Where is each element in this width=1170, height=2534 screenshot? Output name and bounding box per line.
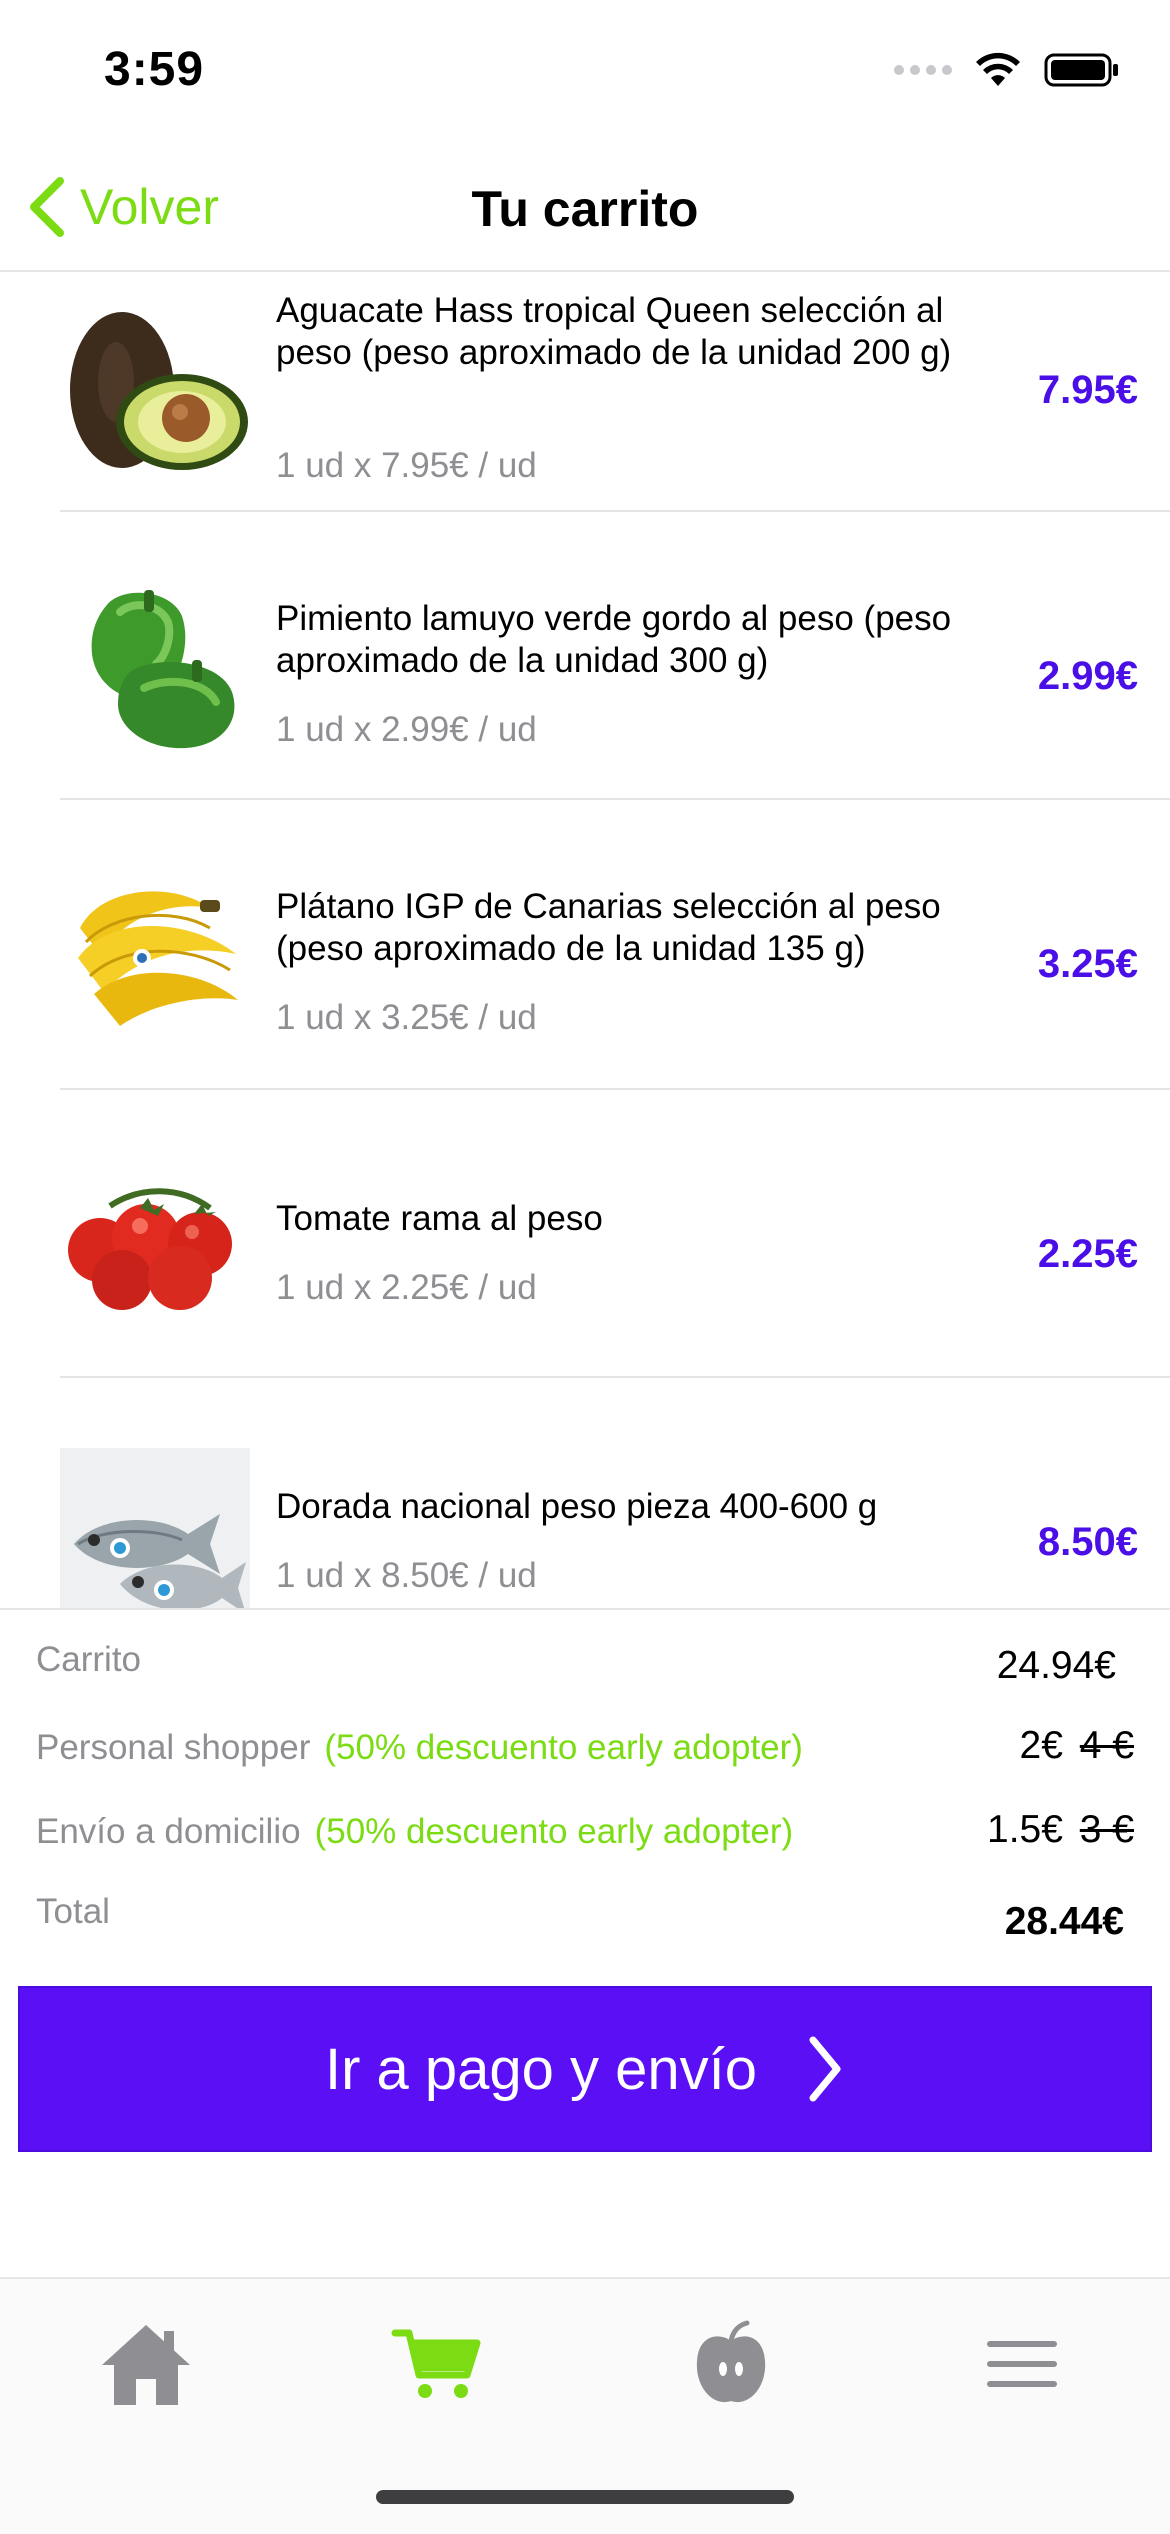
tab-home[interactable] bbox=[86, 2309, 206, 2419]
cart-list[interactable]: Aguacate Hass tropical Queen selección a… bbox=[0, 272, 1170, 1608]
item-price: 3.25€ bbox=[1037, 942, 1138, 986]
delivery-label: Envío a domicilio (50% descuento early ad… bbox=[36, 1812, 793, 1852]
chevron-right-icon bbox=[809, 2036, 841, 2102]
personal-shopper-label: Personal shopper (50% descuento early ado… bbox=[36, 1728, 803, 1768]
cart-icon bbox=[391, 2329, 481, 2398]
tab-cart[interactable] bbox=[376, 2309, 496, 2419]
item-name: Tomate rama al peso bbox=[276, 1199, 603, 1238]
checkout-label: Ir a pago y envío bbox=[324, 2036, 758, 2102]
cart-item[interactable]: Aguacate Hass tropical Queen selección a… bbox=[0, 272, 1170, 512]
shopper-current-price: 2€ bbox=[1019, 1724, 1063, 1767]
banana-image bbox=[78, 891, 238, 1026]
item-price: 8.50€ bbox=[1037, 1520, 1138, 1564]
item-name: Plátano IGP de Canarias selección al pes… bbox=[276, 887, 941, 968]
item-name: Dorada nacional peso pieza 400-600 g bbox=[276, 1487, 878, 1526]
item-unit-detail: 1 ud x 8.50€ / ud bbox=[276, 1556, 537, 1595]
tomato-image bbox=[68, 1188, 232, 1310]
home-icon bbox=[102, 2325, 190, 2405]
item-price: 7.95€ bbox=[1037, 368, 1138, 412]
personal-shopper-text: Personal shopper bbox=[36, 1728, 311, 1767]
item-name: Pimiento lamuyo verde gordo al peso (pes… bbox=[276, 599, 952, 680]
tab-products[interactable] bbox=[671, 2309, 791, 2419]
delivery-current-price: 1.5€ bbox=[987, 1808, 1063, 1851]
wifi-icon bbox=[976, 52, 1020, 86]
item-price: 2.25€ bbox=[1037, 1232, 1138, 1276]
green-pepper-image bbox=[91, 590, 235, 749]
status-time: 3:59 bbox=[104, 43, 205, 96]
avocado-image bbox=[70, 312, 248, 470]
summary-row-total: Total 28.44€ bbox=[0, 1888, 1170, 1948]
battery-icon bbox=[1044, 53, 1118, 87]
status-icons bbox=[894, 52, 1120, 88]
cart-subtotal-value: 24.94€ bbox=[996, 1644, 1116, 1687]
total-label: Total bbox=[36, 1892, 110, 1931]
item-unit-detail: 1 ud x 3.25€ / ud bbox=[276, 998, 537, 1037]
summary-row-shopper: Personal shopper (50% descuento early ado… bbox=[0, 1724, 1170, 1784]
cart-item[interactable]: Tomate rama al peso 1 ud x 2.25€ / ud 2.… bbox=[0, 1090, 1170, 1378]
cart-subtotal-label: Carrito bbox=[36, 1640, 142, 1679]
item-name: Aguacate Hass tropical Queen selección a… bbox=[276, 291, 952, 372]
shopper-promo-text: (50% descuento early adopter) bbox=[324, 1728, 803, 1767]
delivery-text: Envío a domicilio bbox=[36, 1812, 301, 1851]
menu-icon bbox=[987, 2341, 1057, 2387]
cellular-signal-icon bbox=[894, 65, 952, 75]
summary-row-cart: Carrito 24.94€ bbox=[0, 1636, 1170, 1696]
delivery-old-price: 3 € bbox=[1079, 1808, 1134, 1851]
order-summary: Carrito 24.94€ Personal shopper (50% desc… bbox=[0, 1608, 1170, 1980]
cart-item[interactable]: Dorada nacional peso pieza 400-600 g 1 u… bbox=[0, 1378, 1170, 1608]
item-price: 2.99€ bbox=[1037, 654, 1138, 698]
tab-menu[interactable] bbox=[962, 2309, 1082, 2419]
summary-row-delivery: Envío a domicilio (50% descuento early ad… bbox=[0, 1808, 1170, 1868]
checkout-button[interactable]: Ir a pago y envío bbox=[18, 1986, 1152, 2152]
cart-item[interactable]: Plátano IGP de Canarias selección al pes… bbox=[0, 800, 1170, 1090]
navigation-bar: Volver Tu carrito bbox=[0, 150, 1170, 272]
page-title: Tu carrito bbox=[471, 181, 699, 237]
shopper-old-price: 4 € bbox=[1079, 1724, 1134, 1767]
item-unit-detail: 1 ud x 2.25€ / ud bbox=[276, 1268, 537, 1307]
item-unit-detail: 1 ud x 2.99€ / ud bbox=[276, 710, 537, 749]
item-unit-detail: 1 ud x 7.95€ / ud bbox=[276, 446, 537, 485]
apple-icon bbox=[696, 2320, 766, 2403]
home-indicator bbox=[376, 2490, 794, 2504]
sea-bream-image bbox=[60, 1448, 250, 1608]
total-value: 28.44€ bbox=[1004, 1900, 1124, 1943]
delivery-value: 1.5€ 3 € bbox=[987, 1808, 1134, 1852]
status-bar: 3:59 bbox=[0, 0, 1170, 150]
cart-item[interactable]: Pimiento lamuyo verde gordo al peso (pes… bbox=[0, 512, 1170, 800]
personal-shopper-value: 2€ 4 € bbox=[1020, 1724, 1134, 1768]
delivery-promo-text: (50% descuento early adopter) bbox=[314, 1812, 794, 1851]
